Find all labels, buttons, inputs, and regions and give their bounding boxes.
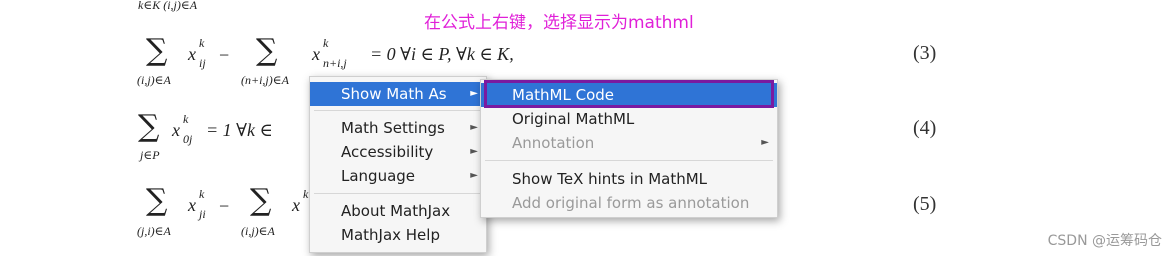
- variable: x: [188, 44, 196, 64]
- superscript: k: [183, 112, 189, 126]
- submenu-item-add-original-form: Add original form as annotation: [481, 191, 777, 215]
- superscript: k: [199, 36, 205, 50]
- subscript: 0j: [183, 132, 193, 146]
- menu-item-label: Language: [341, 167, 416, 185]
- operator-minus: −: [219, 45, 230, 65]
- menu-item-label: MathJax Help: [341, 226, 440, 244]
- equation-number: (3): [913, 42, 937, 64]
- menu-item-accessibility[interactable]: Accessibility ►: [310, 140, 486, 164]
- variable: x: [292, 195, 300, 215]
- menu-item-label: Add original form as annotation: [512, 194, 750, 212]
- equation-rest: = 0 ∀i ∈ P, ∀k ∈ K,: [370, 44, 514, 64]
- variable: x: [188, 195, 196, 215]
- equation-number: (4): [913, 117, 937, 139]
- sum-symbol: ∑: [250, 183, 272, 218]
- superscript: k: [199, 187, 205, 201]
- subscript: ij: [199, 56, 206, 70]
- sum-subscript: (j,i)∈A: [137, 224, 171, 238]
- menu-separator: [485, 160, 773, 161]
- menu-item-about-mathjax[interactable]: About MathJax: [310, 199, 486, 223]
- sum-subscript: (i,j)∈A: [241, 224, 275, 238]
- equation-rest: = 1 ∀k ∈: [206, 120, 273, 140]
- menu-item-label: Original MathML: [512, 110, 635, 128]
- menu-item-label: Show Math As: [341, 85, 447, 103]
- menu-item-label: Math Settings: [341, 119, 445, 137]
- annotation-text: 在公式上右键，选择显示为mathml: [424, 13, 694, 33]
- variable: x: [312, 44, 320, 64]
- menu-item-label: Accessibility: [341, 143, 434, 161]
- menu-item-math-settings[interactable]: Math Settings ►: [310, 116, 486, 140]
- subscript: ji: [199, 207, 206, 221]
- submenu-arrow-icon: ►: [470, 122, 478, 133]
- watermark: CSDN @运筹码仓: [1047, 233, 1162, 249]
- subscript: n+i,j: [323, 56, 347, 70]
- submenu-item-annotation: Annotation ►: [481, 131, 777, 155]
- superscript: k: [303, 187, 309, 201]
- menu-item-label: Show TeX hints in MathML: [512, 170, 708, 188]
- sum-symbol: ∑: [146, 33, 168, 68]
- menu-item-label: About MathJax: [341, 202, 451, 220]
- highlight-outline: [484, 80, 774, 108]
- operator-minus: −: [219, 196, 230, 216]
- sum-symbol: ∑: [256, 33, 278, 68]
- sum-subscript: (i,j)∈A: [137, 73, 171, 87]
- menu-item-mathjax-help[interactable]: MathJax Help: [310, 223, 486, 247]
- submenu-arrow-icon: ►: [470, 146, 478, 157]
- equation-number: (5): [913, 193, 937, 215]
- submenu-arrow-icon: ►: [761, 137, 769, 148]
- sum-symbol: ∑: [146, 183, 168, 218]
- submenu-item-original-mathml[interactable]: Original MathML: [481, 107, 777, 131]
- submenu-arrow-icon: ►: [470, 88, 478, 99]
- menu-item-language[interactable]: Language ►: [310, 164, 486, 188]
- menu-item-label: Annotation: [512, 134, 595, 152]
- sum-subscript: (n+i,j)∈A: [241, 73, 289, 87]
- submenu-arrow-icon: ►: [470, 170, 478, 181]
- sum-symbol: ∑: [138, 109, 160, 144]
- superscript: k: [323, 36, 329, 50]
- mathjax-context-menu: Show Math As ► Math Settings ► Accessibi…: [309, 76, 487, 253]
- menu-separator: [314, 110, 482, 111]
- submenu-item-show-tex-hints[interactable]: Show TeX hints in MathML: [481, 167, 777, 191]
- math-top-fragment: k∈K (i,j)∈A: [138, 0, 198, 12]
- variable: x: [172, 120, 180, 140]
- sum-subscript: j∈P: [140, 148, 160, 162]
- menu-separator: [314, 193, 482, 194]
- menu-item-show-math-as[interactable]: Show Math As ►: [310, 82, 486, 106]
